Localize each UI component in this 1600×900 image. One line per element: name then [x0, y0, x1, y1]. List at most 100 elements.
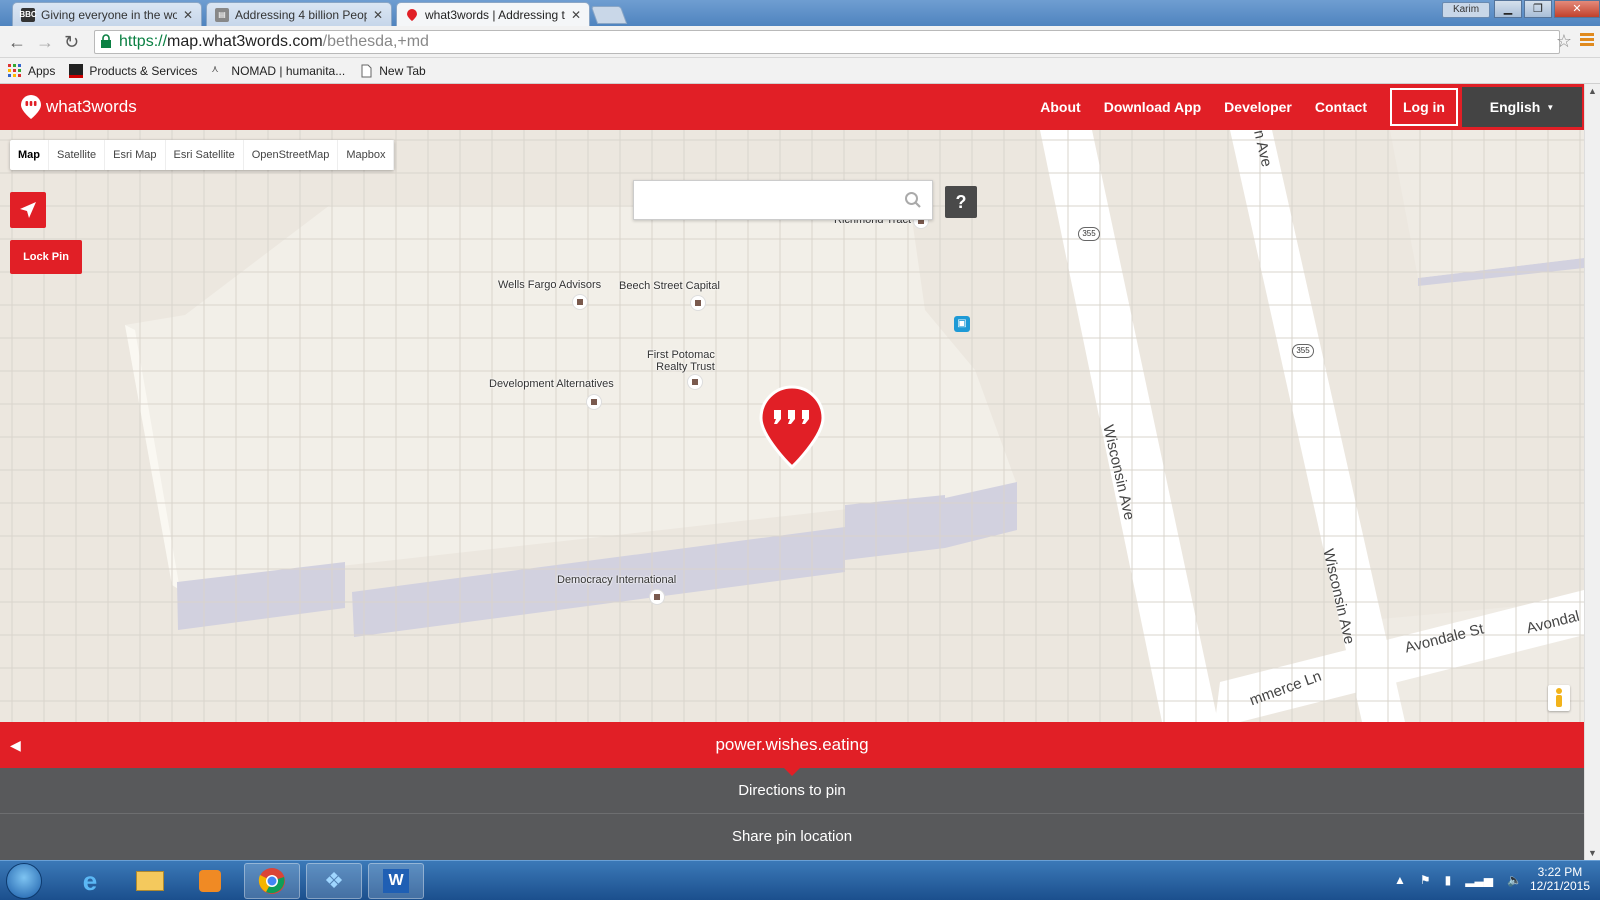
- address-bar[interactable]: https://map.what3words.com/bethesda,+md: [94, 30, 1560, 54]
- place-label-line: Realty Trust: [656, 361, 715, 373]
- layer-tab-satellite[interactable]: Satellite: [49, 140, 106, 170]
- map-canvas[interactable]: Richmond Tract Wells Fargo Advisors Beec…: [0, 130, 1584, 722]
- bookmark-apps[interactable]: Apps: [8, 63, 56, 78]
- chrome-taskbar-icon[interactable]: [244, 863, 300, 899]
- poi-marker[interactable]: [691, 296, 705, 310]
- bookmark-label: New Tab: [379, 63, 426, 78]
- forward-icon[interactable]: →: [36, 32, 54, 53]
- maximize-button[interactable]: ❐: [1524, 0, 1552, 18]
- browser-tab-w3w[interactable]: what3words | Addressing t ✕: [396, 2, 590, 26]
- apps-grid-icon: [8, 63, 21, 77]
- network-app-icon[interactable]: ❖: [306, 863, 362, 899]
- bookmark-label: Apps: [28, 63, 56, 78]
- profile-badge[interactable]: Karim: [1442, 2, 1490, 18]
- close-icon[interactable]: ✕: [571, 8, 581, 22]
- nav-contact[interactable]: Contact: [1315, 99, 1367, 115]
- lock-pin-button[interactable]: Lock Pin: [10, 240, 82, 274]
- address-pointer: [784, 768, 800, 776]
- bus-stop-icon[interactable]: ▣: [954, 316, 970, 332]
- lock-icon: [101, 34, 111, 48]
- products-icon: [69, 63, 84, 78]
- flag-icon[interactable]: ⚑: [1420, 873, 1431, 887]
- browser-tab-bbc[interactable]: BBC Giving everyone in the wo ✕: [12, 2, 202, 26]
- window-controls: ▁ ❐ ✕: [1494, 0, 1600, 18]
- close-window-button[interactable]: ✕: [1554, 0, 1600, 18]
- place-label: Development Alternatives: [489, 378, 614, 390]
- w3w-logo[interactable]: what3words: [20, 94, 137, 120]
- page-icon: [361, 64, 372, 77]
- bookmark-label: Products & Services: [89, 63, 198, 78]
- tray-expand-icon[interactable]: ▲: [1394, 873, 1406, 887]
- poi-marker[interactable]: [688, 375, 702, 389]
- page-icon: ▤: [215, 7, 229, 22]
- browser-tab-bar: BBC Giving everyone in the wo ✕ ▤ Addres…: [0, 0, 1600, 26]
- system-tray: ▲ ⚑ ▮ ▂▃▅ 🔈: [1394, 873, 1522, 887]
- layer-tab-openstreetmap[interactable]: OpenStreetMap: [244, 140, 339, 170]
- start-button[interactable]: [6, 863, 42, 899]
- windows-taskbar: e ❖ W ▲ ⚑ ▮ ▂▃▅ 🔈 3:22 PM 12/21/2015: [0, 860, 1600, 900]
- place-label: Democracy International: [557, 574, 677, 586]
- search-icon[interactable]: [904, 191, 922, 209]
- file-explorer-icon[interactable]: [122, 863, 178, 899]
- bookmark-label: NOMAD | humanita...: [231, 63, 346, 78]
- top-nav: About Download App Developer Contact Log…: [1040, 84, 1584, 130]
- caret-down-icon: ▼: [1546, 102, 1555, 112]
- share-pin-location-button[interactable]: Share pin location: [0, 814, 1584, 860]
- tab-label: what3words | Addressing t: [425, 7, 565, 22]
- three-word-address-bar[interactable]: ◀ power.wishes.eating: [0, 722, 1584, 768]
- clock-time: 3:22 PM: [1537, 865, 1583, 879]
- bbc-icon: BBC: [19, 7, 37, 22]
- tab-label: Giving everyone in the wo: [41, 7, 177, 22]
- close-icon[interactable]: ✕: [373, 8, 383, 22]
- layer-tab-map[interactable]: Map: [10, 140, 49, 170]
- bookmark-nomad[interactable]: ⋏ NOMAD | humanita...: [211, 64, 345, 78]
- volume-icon[interactable]: 🔈: [1507, 873, 1522, 887]
- nav-developer[interactable]: Developer: [1224, 99, 1292, 115]
- browser-toolbar: ← → ↻ https://map.what3words.com/bethesd…: [0, 26, 1600, 58]
- bookmark-new-tab[interactable]: New Tab: [359, 63, 426, 78]
- page-scrollbar[interactable]: ▲ ▼: [1584, 84, 1600, 860]
- help-button[interactable]: ?: [945, 186, 977, 218]
- street-view-pegman-icon[interactable]: [1548, 685, 1570, 711]
- layer-tab-mapbox[interactable]: Mapbox: [338, 140, 395, 170]
- poi-marker[interactable]: [573, 295, 587, 309]
- chrome-menu-icon[interactable]: [1580, 33, 1594, 47]
- collapse-arrow-icon[interactable]: ◀: [10, 722, 21, 768]
- close-icon[interactable]: ✕: [183, 8, 193, 22]
- place-label-line: First Potomac: [647, 349, 715, 361]
- clock[interactable]: 3:22 PM 12/21/2015: [1530, 865, 1590, 893]
- minimize-button[interactable]: ▁: [1494, 0, 1522, 18]
- locate-me-button[interactable]: [10, 192, 46, 228]
- language-dropdown[interactable]: English ▼: [1462, 87, 1582, 127]
- url-host: map.what3words.com: [167, 33, 323, 50]
- nav-about[interactable]: About: [1040, 99, 1080, 115]
- url-scheme: https://: [119, 33, 168, 50]
- site-header: what3words About Download App Developer …: [0, 84, 1584, 130]
- bookmark-star-icon[interactable]: ☆: [1556, 31, 1572, 52]
- back-icon[interactable]: ←: [8, 32, 26, 53]
- w3w-map-pin-icon[interactable]: [759, 385, 825, 469]
- layer-tab-esri-satellite[interactable]: Esri Satellite: [166, 140, 244, 170]
- poi-marker[interactable]: [650, 590, 664, 604]
- power-icon[interactable]: ▮: [1445, 873, 1452, 887]
- internet-explorer-icon[interactable]: e: [62, 863, 118, 899]
- search-input[interactable]: [634, 181, 896, 219]
- poi-marker[interactable]: [587, 395, 601, 409]
- three-word-address: power.wishes.eating: [715, 735, 869, 754]
- layer-tab-esri-map[interactable]: Esri Map: [105, 140, 166, 170]
- browser-tab-addressing[interactable]: ▤ Addressing 4 billion Peopl ✕: [206, 2, 392, 26]
- network-signal-icon[interactable]: ▂▃▅: [1465, 873, 1493, 887]
- bookmark-products[interactable]: Products & Services: [69, 63, 198, 78]
- media-player-icon[interactable]: [182, 863, 238, 899]
- nav-download-app[interactable]: Download App: [1104, 99, 1201, 115]
- reload-icon[interactable]: ↻: [64, 32, 79, 53]
- place-label: First Potomac Realty Trust: [647, 349, 715, 373]
- place-label: Wells Fargo Advisors: [498, 279, 602, 291]
- new-tab-button[interactable]: [590, 6, 628, 24]
- route-shield: 355: [1292, 344, 1314, 358]
- scroll-up-icon[interactable]: ▲: [1588, 86, 1597, 96]
- scroll-down-icon[interactable]: ▼: [1588, 848, 1597, 858]
- word-icon[interactable]: W: [368, 863, 424, 899]
- url-path: /bethesda,+md: [322, 33, 429, 50]
- login-button[interactable]: Log in: [1390, 88, 1458, 126]
